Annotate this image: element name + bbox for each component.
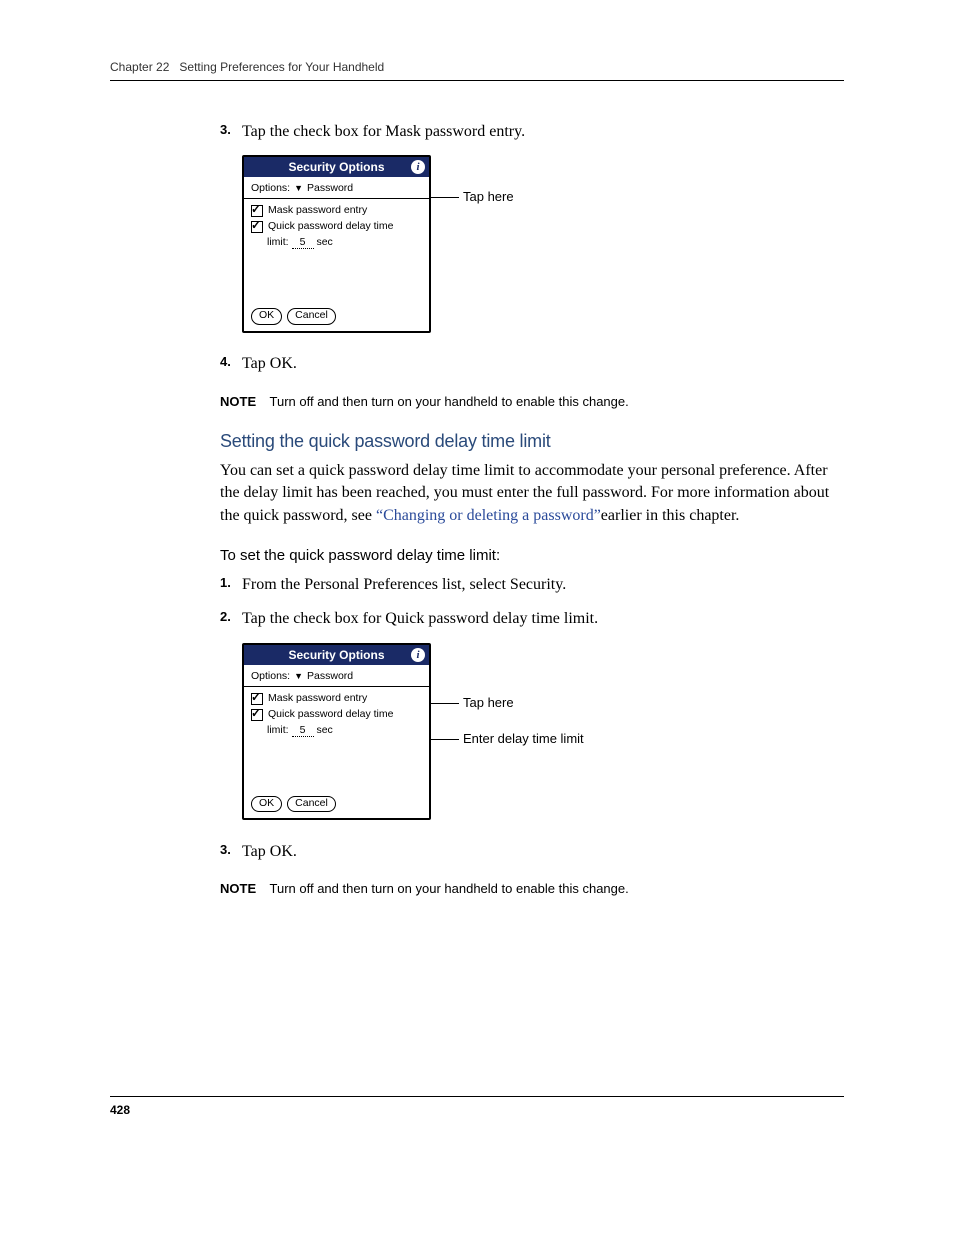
note-1: NOTE Turn off and then turn on your hand… [220, 394, 844, 409]
options-value: Password [307, 670, 353, 682]
cancel-button[interactable]: Cancel [287, 308, 336, 325]
page-number: 428 [110, 1103, 130, 1117]
step-number: 3. [220, 841, 242, 863]
limit-value-field[interactable]: 5 [292, 236, 314, 249]
para-suffix: earlier in this chapter. [601, 507, 740, 524]
security-options-dialog: Security Options i Options: ▼ Password M… [242, 155, 431, 333]
step-4: 4. Tap OK. [220, 353, 844, 375]
options-dropdown[interactable]: Options: ▼ Password [251, 670, 422, 682]
step-text: Tap the check box for Quick password del… [242, 608, 598, 630]
quick-password-label: Quick password delay time [268, 708, 393, 721]
mask-password-checkbox[interactable] [251, 205, 263, 217]
step-b1: 1. From the Personal Preferences list, s… [220, 574, 844, 596]
step-number: 3. [220, 121, 242, 143]
mask-password-label: Mask password entry [268, 204, 367, 217]
chapter-label: Chapter 22 [110, 60, 169, 74]
dropdown-arrow-icon: ▼ [294, 183, 303, 193]
quick-password-checkbox[interactable] [251, 709, 263, 721]
step-text: Tap the check box for Mask password entr… [242, 121, 525, 143]
quick-password-checkbox[interactable] [251, 221, 263, 233]
mask-password-checkbox[interactable] [251, 693, 263, 705]
limit-value-field[interactable]: 5 [292, 724, 314, 737]
options-label: Options: [251, 182, 290, 194]
step-text: Tap OK. [242, 353, 297, 375]
mask-password-row[interactable]: Mask password entry [251, 204, 422, 217]
quick-password-row[interactable]: Quick password delay time [251, 708, 422, 721]
cross-reference-link[interactable]: “Changing or deleting a password” [376, 507, 601, 524]
note-2: NOTE Turn off and then turn on your hand… [220, 881, 844, 896]
dropdown-arrow-icon: ▼ [294, 671, 303, 681]
quick-password-row[interactable]: Quick password delay time [251, 220, 422, 233]
callout-tap-here: Tap here [463, 189, 514, 204]
step-number: 2. [220, 608, 242, 630]
divider [244, 686, 429, 687]
cancel-button[interactable]: Cancel [287, 796, 336, 813]
note-label: NOTE [220, 394, 256, 409]
mask-password-label: Mask password entry [268, 692, 367, 705]
section-heading: Setting the quick password delay time li… [220, 431, 844, 452]
dialog-titlebar: Security Options i [244, 157, 429, 177]
page-header: Chapter 22 Setting Preferences for Your … [110, 60, 844, 81]
limit-suffix: sec [316, 236, 332, 248]
step-text: Tap OK. [242, 841, 297, 863]
options-value: Password [307, 182, 353, 194]
callout-enter-delay: Enter delay time limit [463, 731, 584, 746]
step-number: 1. [220, 574, 242, 596]
step-3: 3. Tap the check box for Mask password e… [220, 121, 844, 143]
note-label: NOTE [220, 881, 256, 896]
limit-suffix: sec [316, 724, 332, 736]
procedure-heading: To set the quick password delay time lim… [220, 547, 844, 564]
figure-2: Security Options i Options: ▼ Password M… [242, 643, 844, 823]
dialog-titlebar: Security Options i [244, 645, 429, 665]
ok-button[interactable]: OK [251, 796, 282, 813]
page-footer: 428 [110, 1096, 844, 1117]
limit-row: limit: 5 sec [267, 724, 422, 737]
options-dropdown[interactable]: Options: ▼ Password [251, 182, 422, 194]
chapter-title: Setting Preferences for Your Handheld [179, 60, 384, 74]
divider [244, 198, 429, 199]
dialog-title: Security Options [250, 648, 423, 662]
security-options-dialog-2: Security Options i Options: ▼ Password M… [242, 643, 431, 821]
note-text: Turn off and then turn on your handheld … [270, 881, 629, 896]
note-text: Turn off and then turn on your handheld … [270, 394, 629, 409]
step-text: From the Personal Preferences list, sele… [242, 574, 566, 596]
figure-1: Security Options i Options: ▼ Password M… [242, 155, 844, 335]
info-icon[interactable]: i [411, 648, 425, 662]
mask-password-row[interactable]: Mask password entry [251, 692, 422, 705]
dialog-title: Security Options [250, 160, 423, 174]
options-label: Options: [251, 670, 290, 682]
step-number: 4. [220, 353, 242, 375]
limit-prefix: limit: [267, 236, 289, 248]
ok-button[interactable]: OK [251, 308, 282, 325]
limit-row: limit: 5 sec [267, 236, 422, 249]
limit-prefix: limit: [267, 724, 289, 736]
step-b3: 3. Tap OK. [220, 841, 844, 863]
step-b2: 2. Tap the check box for Quick password … [220, 608, 844, 630]
callout-tap-here: Tap here [463, 695, 514, 710]
quick-password-label: Quick password delay time [268, 220, 393, 233]
section-paragraph: You can set a quick password delay time … [220, 460, 844, 527]
